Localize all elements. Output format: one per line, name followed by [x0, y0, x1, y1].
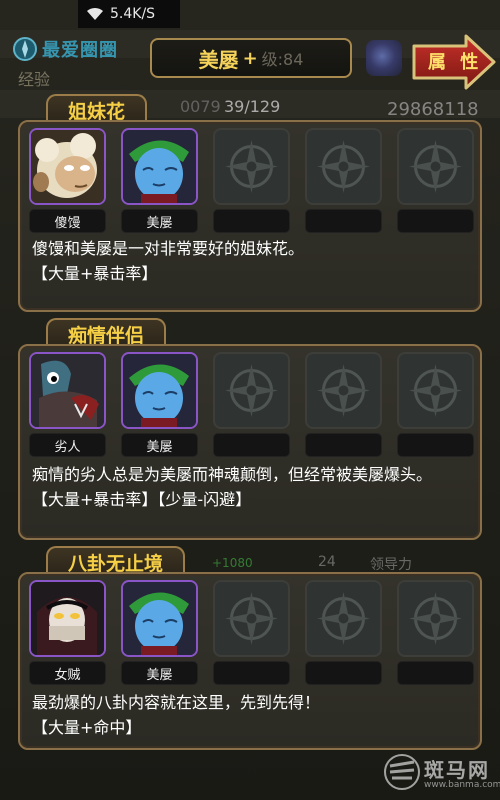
empty-slot [397, 580, 474, 685]
compass-rose-icon [409, 140, 462, 193]
bg-exp-label: 经验 [18, 70, 51, 89]
hero-name-label: 女贼 [29, 661, 106, 685]
compass-rose-icon [317, 592, 370, 645]
description-text: 傻馒和美屡是一对非常要好的姐妹花。 [32, 239, 305, 258]
hero-slot[interactable]: 美屡 [121, 580, 198, 685]
attributes-label: 属 性 [428, 52, 483, 73]
empty-name-bar [213, 433, 290, 457]
hero-name-label: 美屡 [121, 661, 198, 685]
gem-icon [366, 40, 402, 76]
portrait-thief [29, 580, 106, 657]
empty-name-bar [305, 433, 382, 457]
empty-slot-frame [213, 128, 290, 205]
portrait-blue [121, 580, 198, 657]
portrait-blue [121, 128, 198, 205]
bg-left-value: 0079 [180, 97, 221, 116]
empty-slot-frame [305, 580, 382, 657]
portrait-sheep [29, 128, 106, 205]
combo-description: 最劲爆的八卦内容就在这里，先到先得！ 【大量+命中】 [32, 690, 468, 740]
sheep-portrait-icon [31, 130, 104, 203]
hero-name: 美屡 [198, 47, 239, 72]
compass-rose-icon [225, 364, 278, 417]
bonus-text: 【大量+暴击率】【少量-闪避】 [32, 490, 252, 509]
network-speed: 5.4K/S [110, 6, 156, 22]
masked-thief-portrait-icon [31, 582, 104, 655]
combo-description: 傻馒和美屡是一对非常要好的姐妹花。 【大量+暴击率】 [32, 236, 468, 286]
combo-panel-1: 傻馒 美屡 傻馒和美屡是一对非常要好的姐妹花。 【大量+暴击率】 [18, 120, 482, 312]
empty-slot [305, 352, 382, 457]
status-bar: 5.4K/S [78, 0, 180, 28]
empty-slot [397, 128, 474, 233]
empty-name-bar [305, 209, 382, 233]
combo-panel-3: 女贼 美屡 最劲爆的八卦内容就在这里，先到先得！ 【大量+命中】 [18, 572, 482, 750]
watermark-url: www.banma.com [424, 780, 500, 790]
hero-level: 级:84 [261, 50, 304, 69]
bg-progress: 39/129 [224, 97, 281, 116]
empty-slot [305, 580, 382, 685]
bg-gold: 29868118 [387, 99, 479, 120]
blue-face-portrait-icon [123, 354, 196, 427]
bg-title: 最爱圈圈 [42, 40, 118, 61]
hero-name-plaque: 美屡 + 级:84 [150, 38, 352, 78]
compass-rose-icon [409, 364, 462, 417]
compass-rose-icon [225, 592, 278, 645]
empty-name-bar [397, 433, 474, 457]
empty-name-bar [305, 661, 382, 685]
compass-rose-icon [225, 140, 278, 193]
bonus-text: 【大量+暴击率】 [32, 264, 158, 283]
watermark-text: 斑马网 [424, 758, 490, 782]
empty-slot-frame [213, 352, 290, 429]
attributes-button[interactable]: 属 性 [412, 34, 496, 90]
blue-face-portrait-icon [123, 130, 196, 203]
hero-name-label: 傻馒 [29, 209, 106, 233]
compass-icon [13, 37, 37, 61]
portrait-fish [29, 352, 106, 429]
hero-slot[interactable]: 美屡 [121, 128, 198, 233]
empty-slot-frame [213, 580, 290, 657]
hero-plus: + [242, 47, 258, 69]
bg-green-text: +1080 [212, 556, 253, 570]
empty-slot [213, 352, 290, 457]
hero-name-label: 美屡 [121, 209, 198, 233]
wifi-icon [87, 7, 103, 20]
compass-rose-icon [409, 592, 462, 645]
compass-rose-icon [317, 140, 370, 193]
combo-description: 痴情的劣人总是为美屡而神魂颠倒，但经常被美屡爆头。 【大量+暴击率】【少量-闪避… [32, 462, 468, 512]
fish-knight-portrait-icon [31, 354, 104, 427]
empty-name-bar [213, 209, 290, 233]
hero-slot[interactable]: 傻馒 [29, 128, 106, 233]
compass-rose-icon [317, 364, 370, 417]
empty-slot [305, 128, 382, 233]
zebra-logo-icon [384, 754, 420, 790]
watermark: 斑马网 www.banma.com [380, 750, 500, 796]
portrait-blue [121, 352, 198, 429]
hero-name-label: 劣人 [29, 433, 106, 457]
empty-name-bar [397, 661, 474, 685]
empty-slot-frame [305, 352, 382, 429]
bonus-text: 【大量+命中】 [32, 718, 142, 737]
empty-slot [213, 128, 290, 233]
hero-slot[interactable]: 女贼 [29, 580, 106, 685]
combo-panel-2: 劣人 美屡 痴情的劣人总是为美屡而神魂颠倒，但经常被美屡爆头。 【大量+暴击率】… [18, 344, 482, 540]
empty-slot-frame [305, 128, 382, 205]
empty-slot-frame [397, 580, 474, 657]
hero-name-label: 美屡 [121, 433, 198, 457]
empty-name-bar [213, 661, 290, 685]
bg-stat-label: 领导力 [370, 557, 412, 573]
empty-name-bar [397, 209, 474, 233]
empty-slot [397, 352, 474, 457]
description-text: 痴情的劣人总是为美屡而神魂颠倒，但经常被美屡爆头。 [32, 465, 433, 484]
hero-slot[interactable]: 劣人 [29, 352, 106, 457]
empty-slot [213, 580, 290, 685]
hero-slot[interactable]: 美屡 [121, 352, 198, 457]
blue-face-portrait-icon [123, 582, 196, 655]
empty-slot-frame [397, 128, 474, 205]
description-text: 最劲爆的八卦内容就在这里，先到先得！ [32, 693, 321, 712]
empty-slot-frame [397, 352, 474, 429]
bg-stat-value: 24 [318, 554, 336, 570]
